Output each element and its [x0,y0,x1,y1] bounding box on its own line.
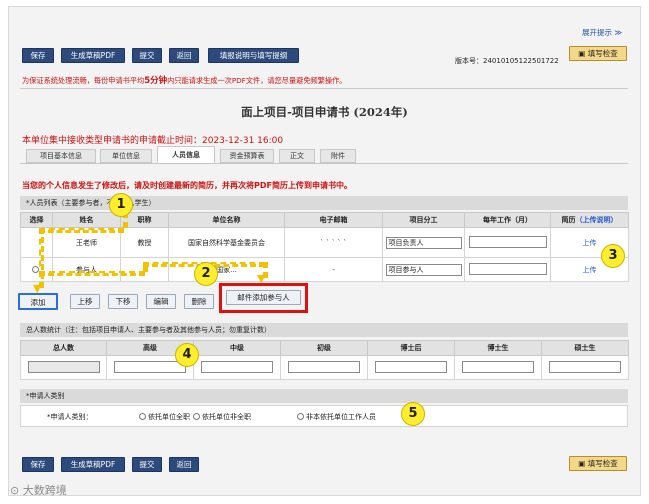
column-header: 硕士生 [541,340,629,356]
tab-attachments[interactable]: 附件 [320,149,356,163]
submit-button-bottom[interactable]: 提交 [132,457,162,472]
table-row: 项目负责人 上传 [382,227,629,258]
fill-guide-button[interactable]: 填报说明与填写提纲 [208,48,299,63]
category-option-external[interactable]: 非本依托单位工作人员 [297,412,376,422]
email-add-participant-button[interactable]: 邮件添加参与人 [226,290,301,305]
add-button[interactable]: 添加 [18,293,58,310]
senior-count-input[interactable] [114,360,186,373]
member-name: 参与人 [52,257,121,282]
table-row: 项目参与人 上传 [382,257,629,282]
column-header: 电子邮箱 [284,212,383,228]
tab-basic-info[interactable]: 项目基本信息 [26,149,96,163]
column-header: 中级 [193,340,281,356]
total-count-field [27,360,100,373]
tab-main-text[interactable]: 正文 [279,149,315,163]
column-header: 初级 [280,340,368,356]
callout-badge-1: 1 [109,193,133,217]
submit-button[interactable]: 提交 [132,48,162,63]
radio-icon [139,413,146,420]
guide-line [39,271,145,276]
postdoc-count-input[interactable] [375,360,447,373]
role-input[interactable]: 项目负责人 [385,236,462,249]
arrow-down-icon: ▼ [33,282,42,295]
callout-badge-5: 5 [401,402,425,426]
column-header: 选择 [20,212,53,228]
column-header: 博士后 [367,340,455,356]
intermediate-count-input[interactable] [201,360,273,373]
column-header: 博士生 [454,340,542,356]
column-header: 简历（上传说明） [550,212,629,228]
stats-section-header: 总人数统计（注：包括项目申请人、主要参与者及其他参与人员；勿重复计数） [20,323,628,337]
resume-warning: 当您的个人信息发生了修改后，请及时创建最新的简历，并再次将PDF简历上传到申请书… [22,181,352,190]
radio-icon [297,413,304,420]
select-radio[interactable] [32,265,39,273]
divider [20,88,628,89]
junior-count-input[interactable] [288,360,360,373]
guide-line [39,228,124,233]
fill-check-button[interactable]: ▣ 填写检查 [569,46,627,61]
tab-baseline [20,163,628,164]
upload-cv-link[interactable]: 上传 [583,239,597,247]
column-header: 每年工作（月） [464,212,551,228]
member-email: ` ` ` ` ` [284,227,383,258]
division-table: 项目分工 每年工作（月） 简历（上传说明） 项目负责人 上传 项目参与人 上传 [382,212,629,282]
phd-count-input[interactable] [462,360,534,373]
category-row: *申请人类别： 依托单位全职 依托单位非全职 非本依托单位工作人员 [20,405,628,427]
delete-button[interactable]: 删除 [184,294,214,309]
generate-pdf-button-bottom[interactable]: 生成草稿PDF [61,457,125,472]
check-icon: ▣ [578,459,588,468]
member-title: 教授 [120,227,169,258]
callout-badge-3: 3 [601,244,625,268]
callout-badge-4: 4 [175,343,199,367]
stats-table: 总人数 高级 中级 初级 博士后 博士生 硕士生 [20,340,629,380]
version-label: 版本号：24010105122501722 [455,57,559,65]
upload-cv-link[interactable]: 上传 [583,266,597,274]
watermark: ⊙ 大数跨境 [10,484,67,497]
column-header: 单位名称 [168,212,285,228]
tab-budget[interactable]: 资金预算表 [220,149,274,163]
category-option-parttime[interactable]: 依托单位非全职 [193,412,251,422]
member-unit: 国家自然科学基金委员会 [168,227,285,258]
callout-badge-2: 2 [194,262,218,286]
tab-unit-info[interactable]: 单位信息 [100,149,152,163]
back-button[interactable]: 返回 [169,48,199,63]
move-up-button[interactable]: 上移 [70,294,100,309]
save-button[interactable]: 保存 [22,48,54,63]
column-header: 姓名 [52,212,121,228]
row-select-cell [20,257,53,282]
page-title: 面上项目-项目申请书 (2024年) [241,105,408,119]
move-down-button[interactable]: 下移 [108,294,138,309]
category-label: *申请人类别： [47,413,93,421]
radio-icon [193,413,200,420]
fill-check-button-bottom[interactable]: ▣ 填写检查 [569,456,627,471]
save-button-bottom[interactable]: 保存 [22,457,54,472]
master-count-input[interactable] [549,360,621,373]
generate-pdf-button[interactable]: 生成草稿PDF [61,48,125,63]
category-section-header: *申请人类别 [20,389,628,403]
column-header: 总人数 [20,340,107,356]
role-input[interactable]: 项目参与人 [385,263,462,276]
upload-instructions-link[interactable]: （上传说明） [576,216,618,224]
months-input[interactable] [468,262,547,275]
category-option-fulltime[interactable]: 依托单位全职 [139,412,190,422]
edit-button[interactable]: 编辑 [146,294,176,309]
arrow-down-icon: ▼ [257,272,266,285]
expand-hint-link[interactable]: 展开提示 ≫ [582,27,622,38]
check-icon: ▣ [578,49,588,58]
tab-personnel-info[interactable]: 人员信息 [157,146,215,163]
watermark-logo-icon: ⊙ [10,484,23,497]
months-input[interactable] [468,235,547,248]
back-button-bottom[interactable]: 返回 [169,457,199,472]
pdf-notice: 为保证系统处理流畅，每份申请书平均5分钟内只能请求生成一次PDF文件，请您尽量避… [22,76,347,86]
column-header: 项目分工 [382,212,465,228]
deadline-text: 本单位集中接收类型申请书的申请截止时间：2023-12-31 16:00 [22,136,284,146]
member-email: - [284,257,383,282]
guide-line [39,228,44,288]
